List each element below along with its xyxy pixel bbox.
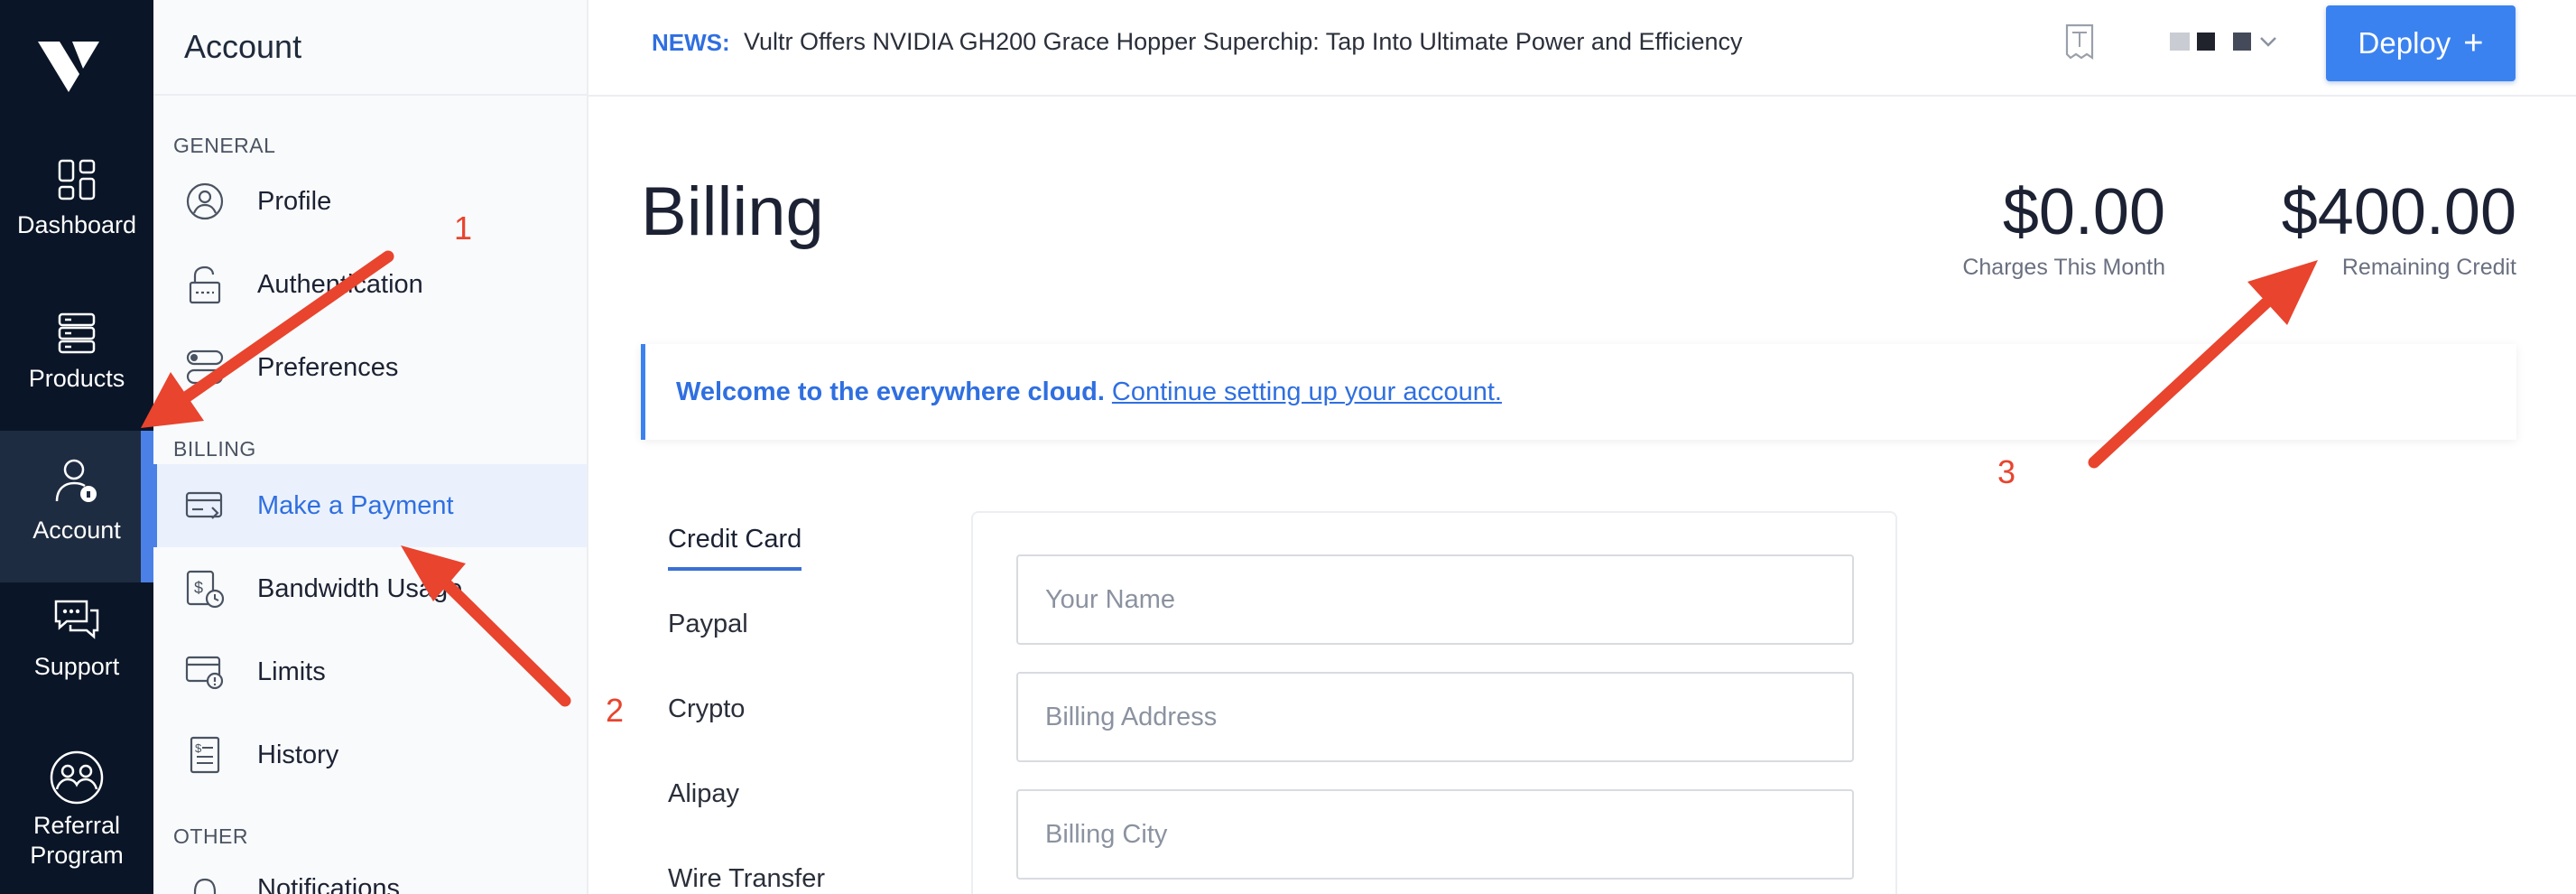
rail-item-support[interactable]: Support [0,598,153,682]
submenu-item-label: Make a Payment [257,490,454,520]
charges-value: $0.00 [2002,176,2165,248]
charges-this-month: $0.00 Charges This Month [1962,172,2165,281]
card-limit-icon [183,650,227,694]
charges-caption: Charges This Month [1962,255,2165,280]
submenu-item-notifications[interactable]: Notifications [153,849,587,894]
payment-form-card [971,511,1897,894]
news-headline-link[interactable]: Vultr Offers NVIDIA GH200 Grace Hopper S… [744,28,1743,56]
rail-item-products[interactable]: Products [0,312,153,394]
chevron-down-icon [2260,37,2276,47]
usage-dollar-icon: $ [183,567,227,610]
rail-label: Referral Program [30,812,124,869]
billing-city-field[interactable] [1016,789,1854,880]
toggle-icon [183,346,227,389]
credit-card-icon [183,484,227,527]
credit-caption: Remaining Credit [2341,255,2516,280]
tab-alipay[interactable]: Alipay [668,779,739,809]
deploy-button[interactable]: Deploy + [2326,5,2516,81]
welcome-banner: Welcome to the everywhere cloud. Continu… [641,344,2516,440]
submenu-item-history[interactable]: $ History [153,713,587,796]
submenu-item-profile[interactable]: Profile [153,160,587,243]
submenu-item-label: History [257,740,339,769]
welcome-text: Welcome to the everywhere cloud. [676,377,1105,406]
name-field[interactable] [1016,554,1854,645]
remaining-credit: $400.00 Remaining Credit [2282,172,2516,281]
user-circle-icon [183,180,227,223]
avatar [2170,33,2190,51]
top-bar: NEWS: Vultr Offers NVIDIA GH200 Grace Ho… [588,0,2576,97]
news-tag: NEWS: [652,29,730,56]
tab-crypto[interactable]: Crypto [668,694,745,724]
svg-text:$: $ [195,741,202,755]
submenu-item-limits[interactable]: Limits [153,630,587,713]
rail-item-dashboard[interactable]: Dashboard [0,158,153,240]
submenu-item-label: Limits [257,657,326,686]
rail-label: Account [32,517,121,544]
billing-city-input[interactable] [1018,791,1852,878]
submenu-item-label: Profile [257,186,332,216]
account-submenu: Account GENERAL Profile Authentication P… [153,0,588,894]
plus-icon: + [2463,24,2484,62]
page-title: Billing [641,173,824,250]
name-input[interactable] [1018,556,1852,643]
rail-label: Support [33,653,120,680]
submenu-item-preferences[interactable]: Preferences [153,326,587,409]
rail-active-indicator [141,431,153,582]
submenu-item-label: Authentication [257,269,423,299]
annotation-number: 1 [454,210,473,247]
tab-paypal[interactable]: Paypal [668,610,748,639]
user-menu[interactable] [2170,33,2278,51]
billing-address-input[interactable] [1018,674,1852,760]
submenu-item-bandwidth-usage[interactable]: $ Bandwidth Usage [153,547,587,630]
section-label-other: OTHER [173,824,248,848]
tab-credit-card[interactable]: Credit Card [668,525,802,571]
rail-label: Products [28,365,125,392]
credit-value: $400.00 [2281,176,2516,248]
submenu-item-authentication[interactable]: Authentication [153,243,587,326]
docs-icon[interactable] [2062,22,2098,66]
server-stack-icon [58,312,96,354]
submenu-item-make-a-payment[interactable]: Make a Payment [153,464,587,547]
annotation-number: 2 [606,692,625,729]
unlock-icon [183,263,227,306]
section-label-billing: BILLING [173,437,256,461]
user-lock-icon [55,459,97,502]
billing-address-field[interactable] [1016,672,1854,762]
grid-icon [58,159,96,200]
svg-text:$: $ [194,579,203,597]
section-label-general: GENERAL [173,134,276,157]
deploy-label: Deploy [2358,26,2451,60]
avatar [2197,33,2215,51]
rail-label: Dashboard [16,211,137,238]
tab-wire-transfer[interactable]: Wire Transfer [668,864,825,894]
submenu-item-label: Bandwidth Usage [257,573,463,603]
rail-item-account[interactable]: Account [0,431,153,582]
submenu-title: Account [153,0,587,96]
chat-bubble-icon [54,600,99,639]
nav-rail: Dashboard Products Account Support Refer… [0,0,153,894]
continue-setup-link[interactable]: Continue setting up your account. [1112,377,1502,407]
bell-icon [183,874,227,894]
people-group-icon [50,750,104,805]
vultr-logo[interactable] [36,38,101,96]
avatar [2233,33,2251,51]
annotation-number: 3 [1997,453,2016,490]
submenu-item-label: Preferences [257,352,399,382]
submenu-item-label: Notifications [257,874,400,894]
receipt-icon: $ [183,733,227,777]
rail-item-referral-program[interactable]: Referral Program [0,750,153,871]
